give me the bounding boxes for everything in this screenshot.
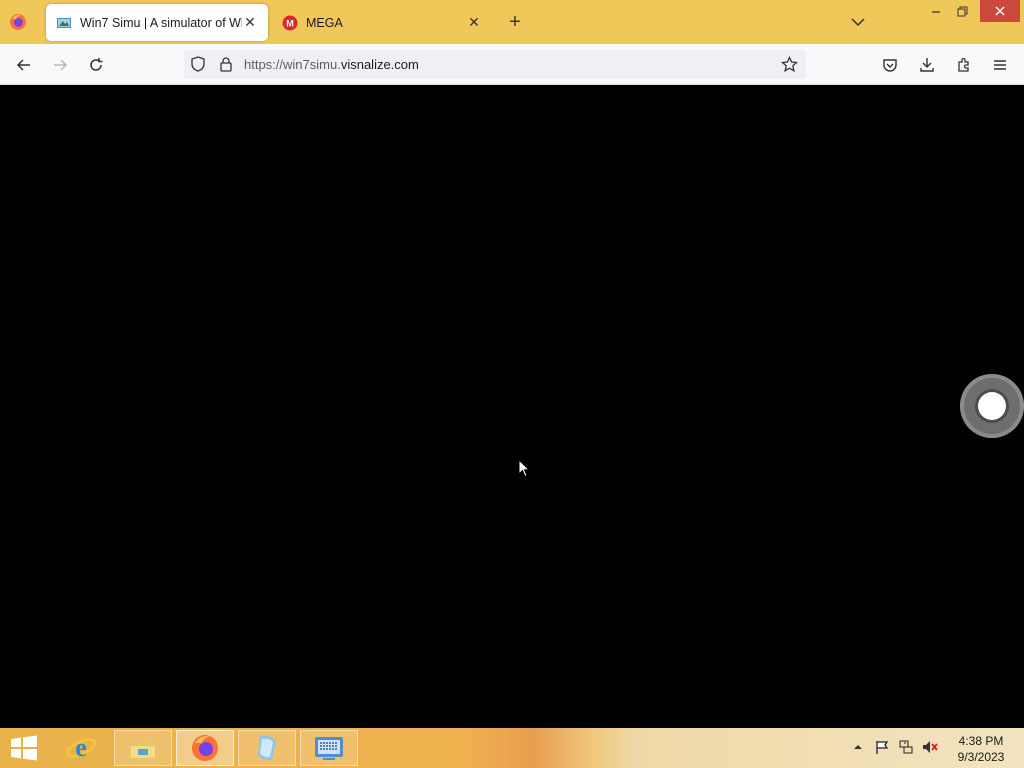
url-prefix: https://win7simu.: [244, 57, 341, 72]
taskbar-firefox[interactable]: [176, 730, 234, 766]
firefox-icon: [10, 14, 26, 30]
chevron-down-icon: [851, 18, 865, 27]
app-menu-button[interactable]: [988, 53, 1012, 77]
assistive-touch-button[interactable]: [960, 374, 1024, 438]
flag-icon: [876, 741, 889, 754]
pocket-button[interactable]: [878, 53, 902, 77]
downloads-button[interactable]: [915, 53, 939, 77]
hamburger-icon: [994, 60, 1006, 70]
close-icon: [995, 6, 1005, 16]
svg-text:e: e: [75, 733, 87, 762]
extensions-button[interactable]: [952, 53, 976, 77]
firefox-icon: [192, 735, 218, 761]
url-host: visnalize.com: [340, 57, 419, 72]
puzzle-icon: [958, 57, 969, 72]
new-tab-button[interactable]: +: [504, 12, 526, 34]
taskbar-internet-explorer[interactable]: e: [52, 730, 110, 766]
close-tab-icon[interactable]: ✕: [466, 14, 482, 31]
reload-icon: [90, 58, 103, 71]
start-button[interactable]: [8, 734, 40, 762]
tab-mega[interactable]: M MEGA ✕: [274, 4, 490, 41]
volume-button[interactable]: [921, 738, 939, 756]
taskbar: e: [0, 728, 1024, 768]
minimize-button[interactable]: [922, 0, 950, 22]
tab-win7simu[interactable]: Win7 Simu | A simulator of Windows 7 ✕: [46, 4, 268, 41]
lock-icon[interactable]: [218, 56, 234, 72]
tab-title: Win7 Simu | A simulator of Windows 7: [80, 15, 242, 30]
arrow-right-icon: [54, 59, 68, 71]
speaker-muted-icon: [923, 741, 938, 753]
network-icon: [899, 740, 913, 754]
clock-time: 4:38 PM: [958, 734, 1004, 748]
internet-explorer-icon: e: [65, 733, 97, 762]
chevron-up-icon: [854, 745, 862, 749]
firefox-view-button[interactable]: [8, 12, 28, 32]
action-center-button[interactable]: [873, 738, 891, 756]
forward-button[interactable]: [48, 53, 72, 77]
win7-simu-icon: [258, 735, 276, 761]
tab-title: MEGA: [306, 15, 343, 30]
close-tab-icon[interactable]: ✕: [242, 14, 258, 31]
reload-button[interactable]: [84, 53, 108, 77]
close-window-button[interactable]: [980, 0, 1020, 22]
bookmark-star-icon[interactable]: [781, 56, 798, 73]
taskbar-on-screen-keyboard[interactable]: [300, 730, 358, 766]
on-screen-keyboard-icon: [315, 737, 343, 760]
arrow-left-icon: [16, 59, 30, 71]
svg-text:M: M: [286, 18, 294, 28]
show-hidden-icons-button[interactable]: [849, 738, 867, 756]
pocket-icon: [883, 59, 897, 72]
file-explorer-icon: [128, 738, 158, 760]
list-all-tabs-button[interactable]: [848, 12, 868, 32]
assistive-touch-icon: [978, 392, 1006, 420]
minimize-icon: [932, 11, 940, 13]
tab-bar: Win7 Simu | A simulator of Windows 7 ✕ M…: [0, 0, 1024, 44]
restore-button[interactable]: [948, 0, 976, 22]
system-clock[interactable]: 4:38 PM 9/3/2023: [950, 733, 1012, 765]
page-content[interactable]: [0, 85, 1024, 728]
restore-icon: [957, 6, 967, 16]
taskbar-win7-simu[interactable]: [238, 730, 296, 766]
mouse-cursor-icon: [518, 459, 530, 478]
win7-icon: [57, 17, 71, 28]
shield-icon[interactable]: [190, 56, 206, 72]
url-text[interactable]: https://win7simu.visnalize.com: [244, 57, 419, 72]
clock-date: 9/3/2023: [957, 750, 1005, 764]
network-button[interactable]: [897, 738, 915, 756]
download-icon: [920, 58, 934, 72]
taskbar-file-explorer[interactable]: [114, 730, 172, 766]
mega-icon: M: [282, 15, 298, 30]
back-button[interactable]: [12, 53, 36, 77]
windows-logo-icon: [11, 735, 37, 761]
